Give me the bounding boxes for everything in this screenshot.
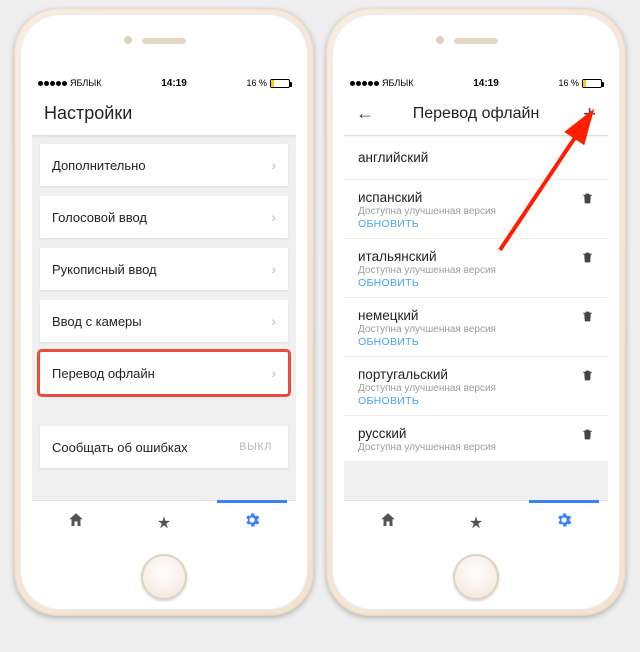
clock: 14:19 [473,78,499,89]
lang-name: испанский [358,190,581,205]
update-link[interactable]: ОБНОВИТЬ [358,277,581,289]
tab-bar: ★ [344,500,608,544]
lang-name: итальянский [358,249,581,264]
settings-row-camera[interactable]: Ввод с камеры › [40,300,288,342]
page-title: Настройки [44,103,132,124]
lang-subtitle: Доступна улучшенная версия [358,206,581,217]
row-label: Рукописный ввод [52,262,157,277]
carrier-label: ЯБЛЫК [70,78,102,88]
battery-pct: 16 % [246,78,267,88]
settings-row-additional[interactable]: Дополнительно › [40,144,288,186]
lang-subtitle: Доступна улучшенная версия [358,383,581,394]
tab-settings[interactable] [520,501,608,544]
tab-bar: ★ [32,500,296,544]
add-button[interactable]: + [572,103,596,125]
appbar-settings: Настройки [32,92,296,136]
phone-camera [436,36,444,44]
chevron-right-icon: › [271,209,276,225]
lang-row-german[interactable]: немецкий Доступна улучшенная версия ОБНО… [344,298,608,357]
tab-favorites[interactable]: ★ [120,501,208,544]
update-link[interactable]: ОБНОВИТЬ [358,218,581,230]
row-label: Перевод офлайн [52,366,155,381]
chevron-right-icon: › [271,157,276,173]
tab-favorites[interactable]: ★ [432,501,520,544]
home-icon [379,511,397,534]
trash-icon[interactable] [581,308,594,326]
appbar-offline: ← Перевод офлайн + [344,92,608,136]
trash-icon[interactable] [581,190,594,208]
home-icon [67,511,85,534]
trash-icon[interactable] [581,249,594,267]
screen-left: ЯБЛЫК 14:19 16 % Настройки Дополнительно… [32,74,296,544]
row-label: Дополнительно [52,158,146,173]
lang-name: русский [358,426,581,441]
status-bar: ЯБЛЫК 14:19 16 % [344,74,608,92]
lang-row-portuguese[interactable]: португальский Доступна улучшенная версия… [344,357,608,416]
page-title: Перевод офлайн [380,105,572,123]
carrier-label: ЯБЛЫК [382,78,414,88]
gear-icon [555,511,573,534]
status-bar: ЯБЛЫК 14:19 16 % [32,74,296,92]
update-link[interactable]: ОБНОВИТЬ [358,336,581,348]
star-icon: ★ [469,513,483,533]
phone-speaker [142,38,186,44]
row-label: Голосовой ввод [52,210,147,225]
lang-name: португальский [358,367,581,382]
star-icon: ★ [157,513,171,533]
home-button[interactable] [453,554,499,600]
lang-row-italian[interactable]: итальянский Доступна улучшенная версия О… [344,239,608,298]
clock: 14:19 [161,78,187,89]
settings-row-voice[interactable]: Голосовой ввод › [40,196,288,238]
tab-settings[interactable] [208,501,296,544]
row-label: Ввод с камеры [52,314,142,329]
trash-icon[interactable] [581,367,594,385]
phone-mockup-right: ЯБЛЫК 14:19 16 % ← Перевод офлайн + англ [326,8,626,616]
toggle-state: ВЫКЛ [239,441,276,453]
lang-subtitle: Доступна улучшенная версия [358,442,581,453]
battery-pct: 16 % [558,78,579,88]
signal-dots-icon [38,81,67,86]
trash-icon[interactable] [581,426,594,444]
phone-mockup-left: ЯБЛЫК 14:19 16 % Настройки Дополнительно… [14,8,314,616]
lang-subtitle: Доступна улучшенная версия [358,324,581,335]
lang-row-spanish[interactable]: испанский Доступна улучшенная версия ОБН… [344,180,608,239]
back-button[interactable]: ← [356,103,380,124]
home-button[interactable] [141,554,187,600]
chevron-right-icon: › [271,365,276,381]
lang-row-english[interactable]: английский [344,136,608,180]
signal-dots-icon [350,81,379,86]
screen-right: ЯБЛЫК 14:19 16 % ← Перевод офлайн + англ [344,74,608,544]
settings-list: Дополнительно › Голосовой ввод › Рукопис… [32,136,296,468]
settings-row-report[interactable]: Сообщать об ошибках ВЫКЛ [40,426,288,468]
battery-icon [270,79,290,88]
language-list: английский испанский Доступна улучшенная… [344,136,608,461]
settings-row-handwriting[interactable]: Рукописный ввод › [40,248,288,290]
phone-camera [124,36,132,44]
settings-row-offline[interactable]: Перевод офлайн › [40,352,288,394]
lang-subtitle: Доступна улучшенная версия [358,265,581,276]
phone-speaker [454,38,498,44]
gear-icon [243,511,261,534]
tab-home[interactable] [344,501,432,544]
lang-row-russian[interactable]: русский Доступна улучшенная версия [344,416,608,461]
row-label: Сообщать об ошибках [52,440,188,455]
tab-home[interactable] [32,501,120,544]
lang-name: английский [358,150,594,165]
chevron-right-icon: › [271,261,276,277]
update-link[interactable]: ОБНОВИТЬ [358,395,581,407]
battery-icon [582,79,602,88]
lang-name: немецкий [358,308,581,323]
chevron-right-icon: › [271,313,276,329]
